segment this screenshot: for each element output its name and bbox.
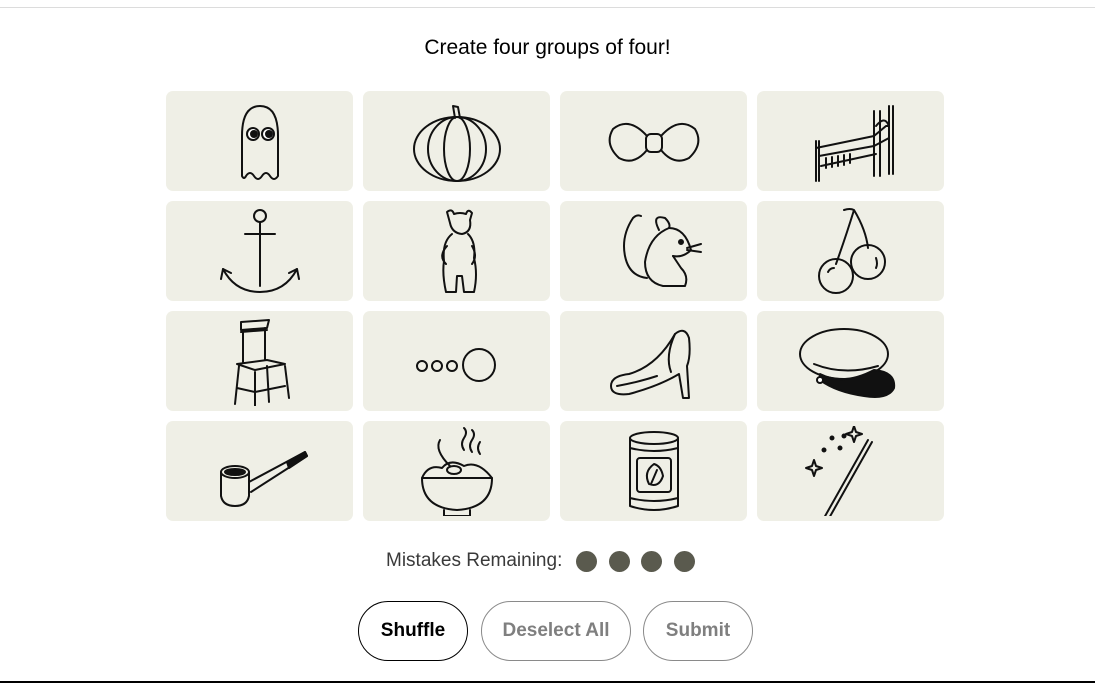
mistake-dot <box>641 550 663 572</box>
mistakes-label: Mistakes Remaining: <box>386 550 563 571</box>
tile-anchor[interactable] <box>166 201 353 301</box>
tin-can-icon <box>628 431 679 511</box>
tile-bow-tie[interactable] <box>560 91 747 191</box>
tile-magic-wand[interactable] <box>757 421 944 521</box>
tile-ghost[interactable] <box>166 91 353 191</box>
chair-icon <box>233 319 290 406</box>
shuffle-button[interactable]: Shuffle <box>358 601 468 661</box>
tile-smoking-pipe[interactable] <box>166 421 353 521</box>
tile-porridge-bowl[interactable] <box>363 421 550 521</box>
deselect-all-button[interactable]: Deselect All <box>481 601 631 661</box>
tile-tin-can[interactable] <box>560 421 747 521</box>
mistakes-remaining: Mistakes Remaining: <box>386 548 706 574</box>
tile-captain-hat[interactable] <box>757 311 944 411</box>
bed-icon <box>814 105 894 182</box>
tile-bed[interactable] <box>757 91 944 191</box>
tile-cherries[interactable] <box>757 201 944 301</box>
bear-icon <box>440 209 477 293</box>
tile-chair[interactable] <box>166 311 353 411</box>
submit-button[interactable]: Submit <box>643 601 753 661</box>
captain-hat-icon <box>798 328 895 398</box>
porridge-bowl-icon <box>420 427 493 516</box>
glass-slipper-icon <box>609 329 691 399</box>
anchor-icon <box>219 209 300 293</box>
pumpkin-icon <box>412 105 501 182</box>
ghost-icon <box>240 105 279 180</box>
game-prompt: Create four groups of four! <box>424 36 671 59</box>
tile-bear[interactable] <box>363 201 550 301</box>
tile-mouse[interactable] <box>560 201 747 301</box>
smoking-pipe-icon <box>219 451 308 507</box>
mistake-dot <box>673 550 695 572</box>
tile-glass-slipper[interactable] <box>560 311 747 411</box>
tile-growing-circles[interactable] <box>363 311 550 411</box>
mistake-dot <box>576 550 598 572</box>
magic-wand-icon <box>804 426 873 516</box>
bow-tie-icon <box>608 122 699 162</box>
word-grid <box>166 91 946 521</box>
mistake-dot <box>608 550 630 572</box>
top-divider <box>0 7 1095 8</box>
tile-pumpkin[interactable] <box>363 91 550 191</box>
cherries-icon <box>817 208 886 294</box>
mouse-icon <box>622 214 702 287</box>
growing-circles-icon <box>415 348 496 382</box>
